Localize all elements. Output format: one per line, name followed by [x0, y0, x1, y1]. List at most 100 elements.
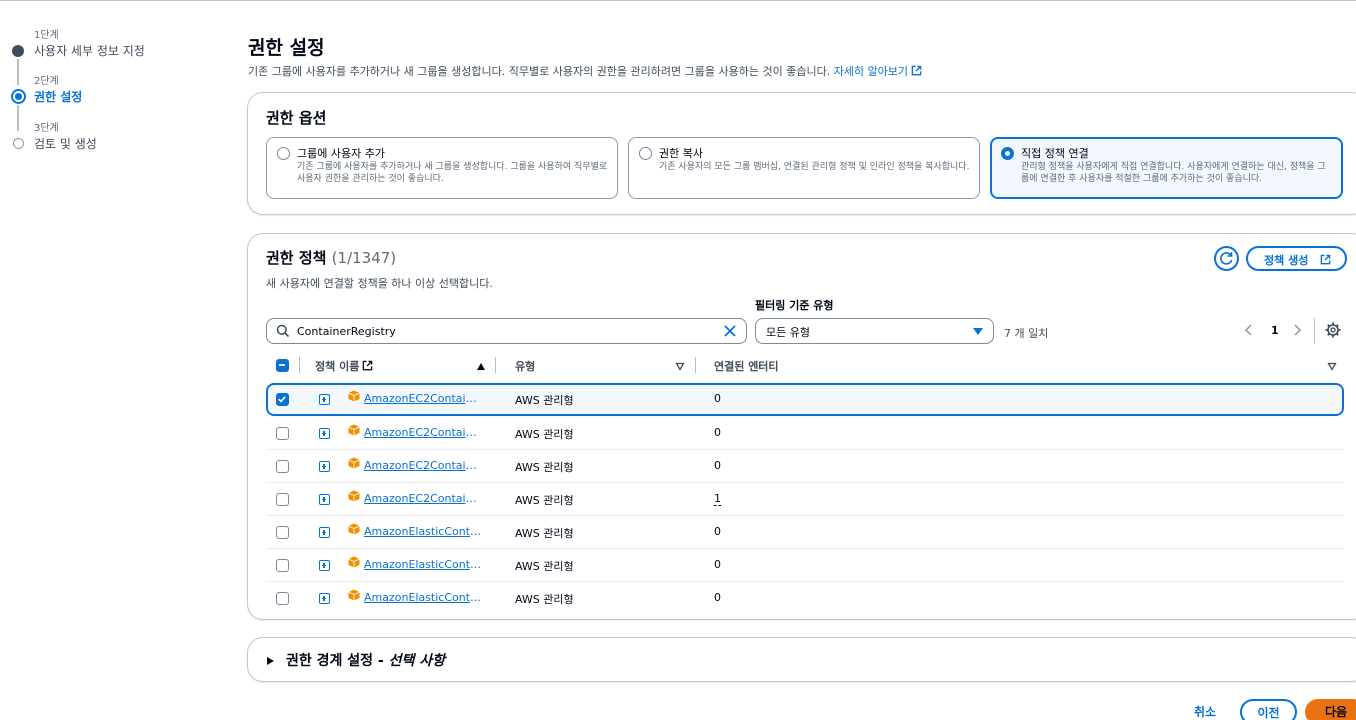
radio-attach-policies[interactable]	[1001, 147, 1014, 160]
permissions-boundary-section[interactable]: 권한 경계 설정 - 선택 사항	[247, 637, 1356, 682]
table-row[interactable]: AmazonElasticContainerRegistryPublicFull…	[266, 516, 1344, 549]
row-checkbox[interactable]	[276, 460, 289, 473]
sort-icon[interactable]	[1327, 362, 1337, 371]
permission-options-panel: 권한 옵션 그룹에 사용자 추가 기존 그룹에 사용자를 추가하거나 새 그룹을…	[247, 92, 1356, 215]
row-checkbox[interactable]	[276, 592, 289, 605]
type-filter-select[interactable]: 모든 유형	[755, 318, 994, 344]
policy-name-link[interactable]: AmazonEC2ContainerRegistryPullOnly	[364, 459, 482, 472]
expand-row-icon[interactable]	[319, 593, 330, 604]
pager-divider	[1314, 318, 1315, 344]
column-header-entities[interactable]: 연결된 엔터티	[714, 358, 779, 374]
option-title: 직접 정책 연결	[1021, 147, 1089, 160]
expand-row-icon[interactable]	[319, 527, 330, 538]
pagination: 1	[1244, 322, 1304, 340]
policy-name-link[interactable]: AmazonEC2ContainerRegistryPowerUser	[364, 426, 482, 439]
column-divider	[495, 357, 496, 373]
permissions-boundary-title[interactable]: 권한 경계 설정 - 선택 사항	[286, 650, 445, 670]
policy-icon	[348, 523, 360, 535]
option-attach-policies[interactable]: 직접 정책 연결 관리형 정책을 사용자에게 직접 연결합니다. 사용자에게 연…	[990, 137, 1343, 199]
top-divider	[0, 0, 1356, 1]
policy-icon	[348, 589, 360, 601]
search-icon	[276, 324, 290, 338]
option-title: 그룹에 사용자 추가	[297, 147, 385, 160]
column-divider	[299, 357, 300, 373]
policy-name-link[interactable]: AmazonElasticContainerRegistryPublicFull…	[364, 525, 482, 538]
policy-icon	[348, 490, 360, 502]
step-pending-dot	[13, 138, 24, 149]
learn-more-link[interactable]: 자세히 알아보기	[834, 65, 922, 78]
refresh-icon	[1220, 252, 1233, 265]
attached-entities-link[interactable]: 1	[714, 492, 721, 506]
step-1[interactable]: 1단계 사용자 세부 정보 지정	[10, 26, 210, 66]
attached-entities: 0	[714, 392, 721, 405]
sort-ascending-icon[interactable]	[476, 362, 486, 371]
gear-icon[interactable]	[1323, 320, 1343, 340]
expand-row-icon[interactable]	[319, 560, 330, 571]
clear-search-icon[interactable]	[723, 324, 737, 338]
expand-row-icon[interactable]	[319, 428, 330, 439]
policies-description: 새 사용자에 연결할 정책을 하나 이상 선택합니다.	[266, 277, 493, 290]
policy-search-input[interactable]	[297, 323, 697, 339]
external-link-icon	[911, 65, 922, 76]
policy-search-field[interactable]	[266, 318, 747, 344]
expand-row-icon[interactable]	[319, 461, 330, 472]
attached-entities: 0	[714, 459, 721, 472]
indeterminate-icon	[279, 364, 285, 366]
attached-entities: 0	[714, 558, 721, 571]
policy-name-link[interactable]: AmazonElasticContainerRegistryPublicRead…	[364, 591, 482, 604]
policies-count: (1/1347)	[331, 249, 397, 267]
step-label: 사용자 세부 정보 지정	[34, 44, 145, 58]
policy-icon	[348, 556, 360, 568]
table-row[interactable]: AmazonEC2ContainerRegistryReadOnly AWS 관…	[266, 483, 1344, 516]
table-row[interactable]: AmazonElasticContainerRegistryPublicPowe…	[266, 549, 1344, 582]
page-number[interactable]: 1	[1271, 324, 1279, 337]
policy-icon	[348, 390, 360, 402]
table-row[interactable]: AmazonEC2ContainerRegistryFullAccess AWS…	[266, 383, 1344, 416]
expand-row-icon[interactable]	[319, 494, 330, 505]
sort-icon[interactable]	[675, 362, 685, 371]
previous-button[interactable]: 이전	[1240, 699, 1297, 720]
row-checkbox[interactable]	[276, 559, 289, 572]
column-header-type[interactable]: 유형	[515, 358, 535, 374]
row-checkbox[interactable]	[276, 427, 289, 440]
match-count: 7 개 일치	[1004, 327, 1049, 340]
radio-copy-permissions[interactable]	[639, 147, 652, 160]
checkmark-icon	[278, 396, 286, 403]
radio-add-to-group[interactable]	[277, 147, 290, 160]
option-description: 관리형 정책을 사용자에게 직접 연결합니다. 사용자에게 연결하는 대신, 정…	[1021, 162, 1326, 184]
policy-icon	[348, 424, 360, 436]
next-button[interactable]: 다음	[1305, 699, 1356, 720]
cancel-button[interactable]: 취소	[1194, 703, 1216, 720]
attached-entities: 0	[714, 591, 721, 604]
select-all-checkbox[interactable]	[276, 359, 289, 372]
caret-right-icon[interactable]	[267, 657, 274, 665]
table-row[interactable]: AmazonElasticContainerRegistryPublicRead…	[266, 582, 1344, 615]
refresh-button[interactable]	[1214, 246, 1239, 271]
row-checkbox[interactable]	[276, 526, 289, 539]
page-description: 기존 그룹에 사용자를 추가하거나 새 그룹을 생성합니다. 직무별로 사용자의…	[248, 63, 922, 79]
row-checkbox[interactable]	[276, 493, 289, 506]
policy-name-link[interactable]: AmazonElasticContainerRegistryPublicPowe…	[364, 558, 482, 571]
chevron-left-icon[interactable]	[1244, 323, 1254, 337]
permission-options-title: 권한 옵션	[266, 109, 327, 127]
permission-policies-panel: 권한 정책 (1/1347) 새 사용자에 연결할 정책을 하나 이상 선택합니…	[247, 233, 1356, 620]
type-filter-value: 모든 유형	[766, 326, 810, 339]
caret-down-icon	[973, 328, 983, 335]
table-row[interactable]: AmazonEC2ContainerRegistryPullOnly AWS 관…	[266, 450, 1344, 483]
policies-table-header: 정책 이름 유형 연결된 엔터티	[266, 352, 1344, 380]
column-header-policy-name[interactable]: 정책 이름	[315, 358, 373, 374]
option-description: 기존 사용자의 모든 그룹 멤버십, 연결된 관리형 정책 및 인라인 정책을 …	[659, 162, 970, 172]
chevron-right-icon[interactable]	[1292, 323, 1302, 337]
policy-name-link[interactable]: AmazonEC2ContainerRegistryReadOnly	[364, 492, 482, 505]
expand-row-icon[interactable]	[319, 394, 330, 405]
table-row[interactable]: AmazonEC2ContainerRegistryPowerUser AWS …	[266, 417, 1344, 450]
row-checkbox[interactable]	[276, 393, 289, 406]
option-copy-permissions[interactable]: 권한 복사 기존 사용자의 모든 그룹 멤버십, 연결된 관리형 정책 및 인라…	[628, 137, 980, 199]
learn-more-label: 자세히 알아보기	[833, 65, 909, 78]
option-add-to-group[interactable]: 그룹에 사용자 추가 기존 그룹에 사용자를 추가하거나 새 그룹을 생성합니다…	[266, 137, 618, 199]
attached-entities: 0	[714, 525, 721, 538]
create-policy-button[interactable]: 정책 생성	[1246, 246, 1348, 271]
policies-title: 권한 정책 (1/1347)	[266, 247, 396, 268]
policy-name-link[interactable]: AmazonEC2ContainerRegistryFullAccess	[364, 392, 482, 405]
filter-type-label: 필터링 기준 유형	[755, 299, 834, 312]
